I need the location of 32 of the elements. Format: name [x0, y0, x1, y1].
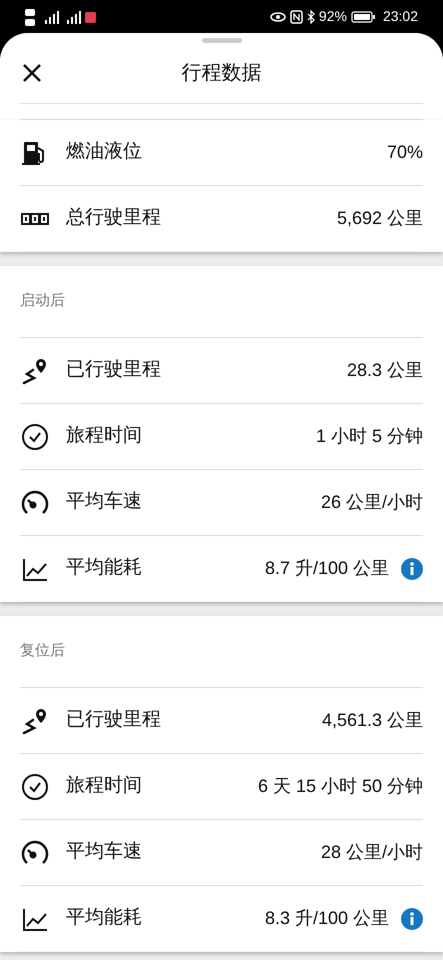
- row-value: 1 小时 5 分钟: [316, 425, 423, 448]
- info-icon[interactable]: [401, 908, 423, 930]
- row-label: 平均能耗: [66, 906, 143, 930]
- row-value: 70%: [386, 141, 423, 164]
- section-title: 复位后: [20, 641, 65, 662]
- row-value: 4,561.3 公里: [322, 709, 423, 732]
- row-label: 已行驶里程: [66, 358, 162, 382]
- battery-percent: 92%: [318, 7, 347, 26]
- row-value: 8.3 升/100 公里: [264, 907, 389, 930]
- section-title: 启动后: [20, 291, 65, 312]
- row-label: 燃油液位: [66, 140, 143, 164]
- row-value: 28 公里/小时: [320, 841, 423, 864]
- row-label: 平均能耗: [66, 556, 143, 580]
- drag-handle[interactable]: [202, 38, 242, 43]
- info-icon[interactable]: [401, 558, 423, 580]
- row-value: 6 天 15 小时 50 分钟: [258, 775, 423, 798]
- row-label: 已行驶里程: [66, 708, 162, 732]
- sheet-title: 行程数据: [180, 61, 262, 86]
- row-label: 平均车速: [66, 840, 143, 864]
- row-label: 总行驶里程: [66, 206, 162, 230]
- row-label: 旅程时间: [66, 774, 143, 798]
- bluetooth-icon: [306, 10, 315, 24]
- row-value: 28.3 公里: [346, 359, 423, 382]
- row-value: 5,692 公里: [336, 207, 423, 230]
- eye-icon: [270, 10, 286, 22]
- row-value: 8.7 升/100 公里: [264, 557, 389, 580]
- battery-icon: [350, 10, 375, 22]
- status-time: 23:02: [382, 7, 418, 26]
- row-value: 26 公里/小时: [320, 491, 423, 514]
- nfc-icon: [290, 10, 303, 24]
- row-label: 平均车速: [66, 490, 143, 514]
- row-label: 旅程时间: [66, 424, 143, 448]
